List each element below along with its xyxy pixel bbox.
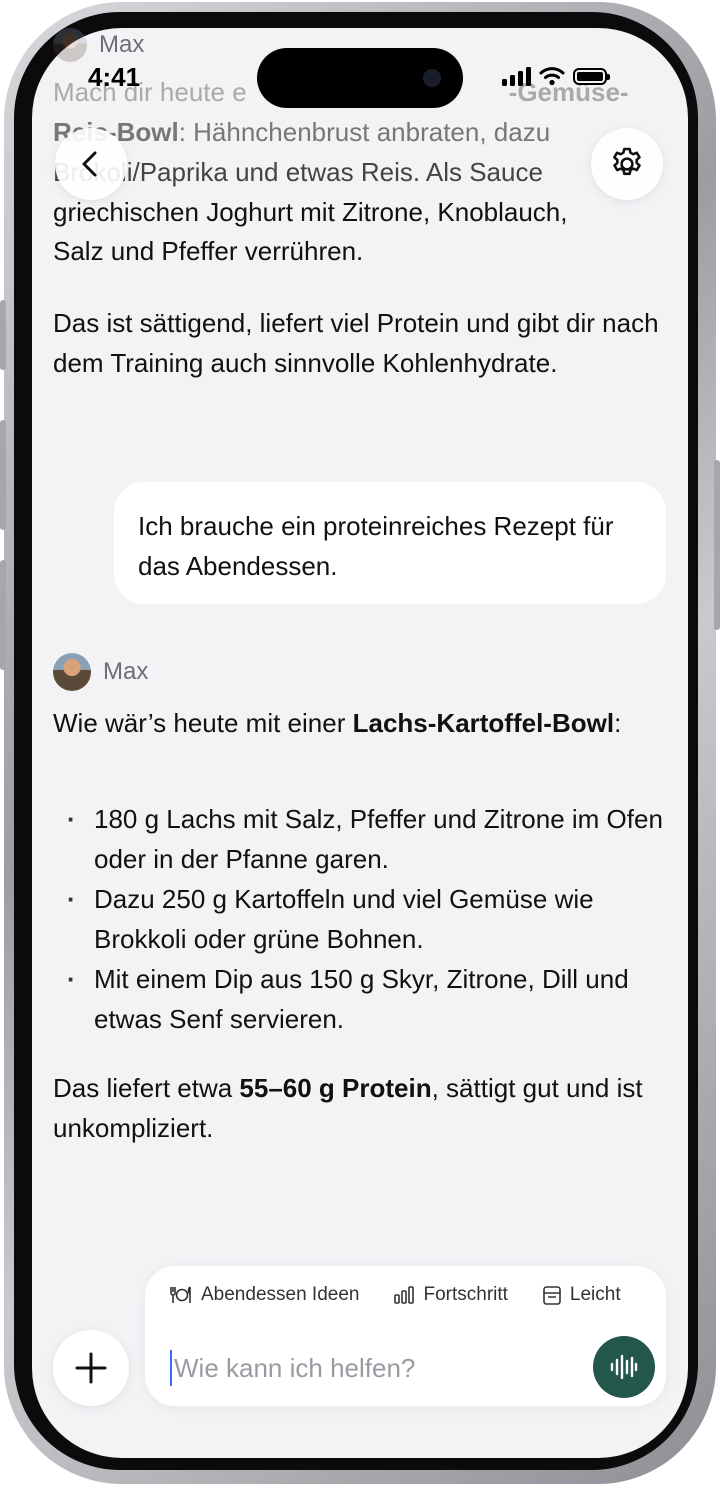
back-button[interactable] [55,128,127,200]
protein-amount: 55–60 g Protein [239,1073,432,1103]
calendar-icon [543,1286,561,1305]
chip-abendessen-ideen[interactable]: Abendessen Ideen [169,1284,359,1306]
previous-message-paragraph: Das ist sättigend, liefert viel Protein … [53,308,659,378]
voice-button[interactable] [593,1336,655,1398]
chip-label: Abendessen Ideen [201,1284,360,1305]
list-item: 180 g Lachs mit Salz, Pfeffer und Zitron… [53,799,663,879]
assistant-outro: Das liefert etwa 55–60 g Protein, sättig… [53,1068,663,1148]
assistant-sender-row: Max [53,653,148,691]
chip-label: Leicht [569,1284,621,1305]
dynamic-island [257,48,463,108]
text-fragment: Mach dir heute e [53,77,247,107]
chip-label: Fortschritt [423,1284,508,1305]
avatar [53,28,87,62]
chevron-left-icon [82,151,97,177]
fork-knife-icon [170,1286,191,1303]
avatar [53,653,91,691]
recipe-name: Lachs-Kartoffel-Bowl [352,708,615,738]
sender-name: Max [99,31,145,58]
silent-switch [0,300,6,370]
plus-icon [75,1352,107,1384]
volume-down-button [0,560,6,670]
chip-fortschritt[interactable]: Fortschritt [393,1284,508,1306]
text-fragment: Das liefert etwa [53,1073,240,1103]
camera-icon [423,69,441,87]
suggestion-chips: Abendessen Ideen Fortschritt Leicht [169,1284,621,1306]
chip-leicht[interactable]: Leicht [542,1284,621,1306]
message-input[interactable]: Wie kann ich helfen? [170,1350,574,1386]
bar-chart-icon [394,1286,415,1304]
gear-icon [613,147,641,176]
text-fragment: : Hähnchenbrust anbraten, dazu [178,117,551,147]
assistant-intro: Wie wär’s heute mit einer Lachs-Kartoffe… [53,703,663,743]
settings-button[interactable] [591,128,663,200]
previous-message-line-2: Reis-Bowl: Hähnchenbrust anbraten, dazu [53,112,663,152]
text-fragment: : [614,708,622,738]
text-fragment: koli/Paprika und etwas Reis. Als Sauce [93,157,543,187]
add-button[interactable] [53,1330,129,1406]
waveform-icon [610,1354,638,1380]
volume-up-button [0,420,6,530]
previous-message-line-5: Salz und Pfeffer verrühren. [53,236,364,266]
list-item: Mit einem Dip aus 150 g Skyr, Zitrone, D… [53,959,663,1039]
status-icons [502,66,610,86]
previous-message-line-3: Brokoli/Paprika und etwas Reis. Als Sauc… [53,152,663,192]
status-time: 4:41 [88,62,141,92]
previous-message-line-4: griechischen Joghurt mit Zitrone, Knobla… [53,197,568,227]
composer: Abendessen Ideen Fortschritt Leicht Wie … [145,1266,666,1406]
wifi-icon [539,67,565,86]
cellular-signal-icon [502,66,531,86]
power-button [714,460,720,630]
previous-sender-row: Max [53,28,144,62]
user-message-bubble: Ich brauche ein proteinreiches Rezept fü… [114,482,666,604]
sender-name: Max [103,658,149,685]
recipe-steps-list: 180 g Lachs mit Salz, Pfeffer und Zitron… [53,799,663,1039]
text-fragment: Wie wär’s heute mit einer [53,708,353,738]
list-item: Dazu 250 g Kartoffeln und viel Gemüse wi… [53,879,663,959]
battery-icon [573,67,610,85]
